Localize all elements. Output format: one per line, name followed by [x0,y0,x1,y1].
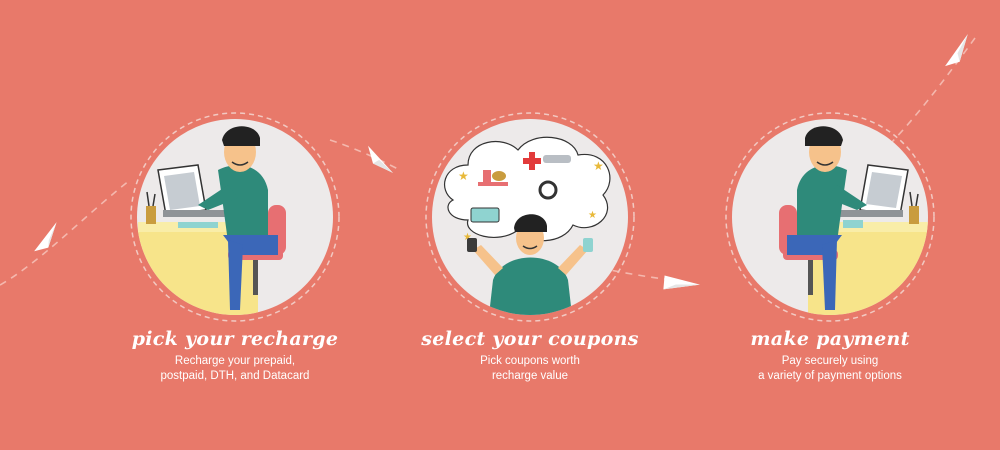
paper-plane-icon [663,275,700,290]
step-description: Pick coupons worth recharge value [480,355,580,382]
svg-text:★: ★ [458,169,469,183]
step-illustration: ★ ★ ★ ★ [423,110,637,324]
paper-plane-icon [368,145,393,173]
paper-plane-icon [34,222,57,252]
step-title: make payment [750,328,910,350]
person-thinking-of-coupons-illustration: ★ ★ ★ ★ [425,112,635,322]
step-select-coupons: ★ ★ ★ ★ select your coupons Pick coupons… [410,110,650,384]
paper-plane-icon [945,34,968,67]
step-title: select your coupons [421,328,639,350]
person-paying-with-card-illustration [725,112,935,322]
step-illustration [128,110,342,324]
step-description: Recharge your prepaid, postpaid, DTH, an… [160,355,310,382]
person-at-laptop-illustration [130,112,340,322]
step-title: pick your recharge [131,328,339,350]
step-description: Pay securely using a variety of payment … [758,355,902,382]
step-make-payment: make payment Pay securely using a variet… [710,110,950,384]
step-pick-recharge: pick your recharge Recharge your prepaid… [115,110,355,384]
svg-text:★: ★ [593,159,604,173]
svg-text:★: ★ [588,210,597,221]
step-illustration [723,110,937,324]
